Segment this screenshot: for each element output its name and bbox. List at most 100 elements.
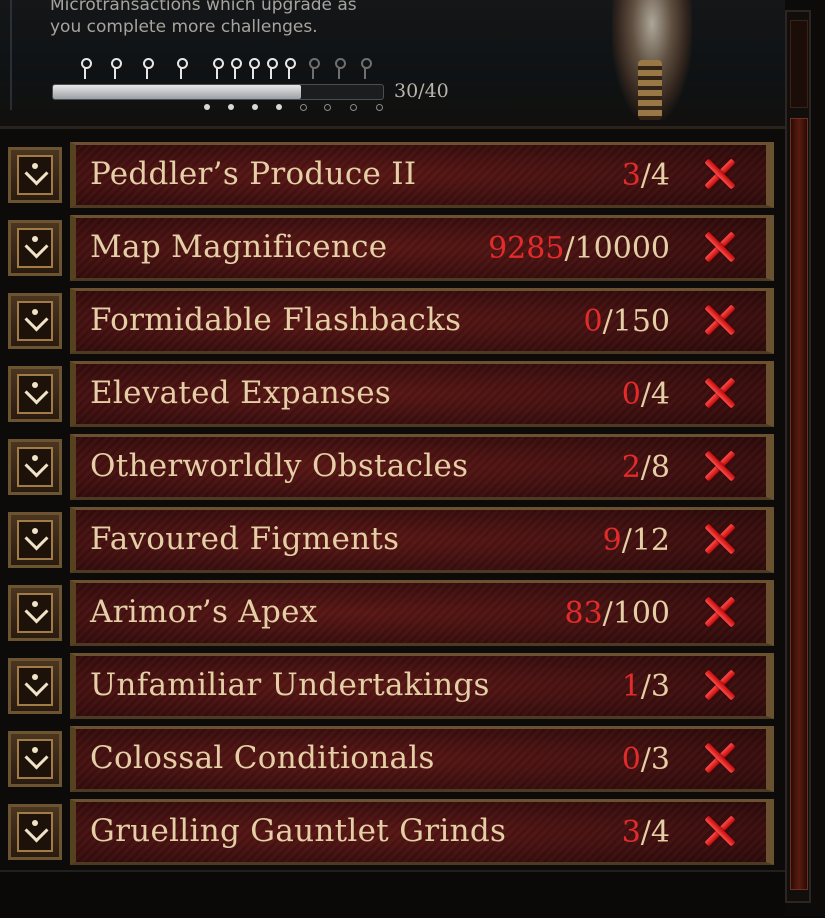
challenge-total-value: 3 [650,742,670,777]
challenge-row[interactable]: Favoured Figments 9/12 [8,507,774,573]
challenge-row[interactable]: Elevated Expanses 0/4 [8,361,774,427]
challenge-row[interactable]: Colossal Conditionals 0/3 [8,726,774,792]
challenge-current-value: 3 [621,158,641,193]
challenge-total-value: 4 [650,158,670,193]
challenge-total-value: 100 [612,596,670,631]
challenge-progress-fill [53,85,301,99]
challenge-title: Peddler’s Produce II [90,156,417,192]
scrollbar-top-cap [790,20,808,108]
chevron-down-icon [24,745,49,770]
expand-chevron-icon[interactable] [8,366,62,422]
tier-dot-icon [324,104,331,111]
icon-inner-frame [17,593,53,633]
challenge-total-value: 150 [612,304,670,339]
expand-chevron-icon[interactable] [8,147,62,203]
tier-dot-icon [204,104,210,110]
challenge-current-value: 1 [621,669,641,704]
tier-marker-icon [142,58,154,79]
expand-chevron-icon[interactable] [8,731,62,787]
chevron-down-icon [24,818,49,843]
chevron-down-icon [24,234,49,259]
panel-bottom-edge [0,870,785,918]
tier-dot-icon [276,104,282,110]
header-frame [10,0,38,110]
tier-dot-icon [300,104,307,111]
challenges-panel: Microtransactions which upgrade as you c… [0,0,825,918]
progress-separator: / [640,450,651,485]
chevron-down-icon [24,307,49,332]
challenge-current-value: 3 [621,815,641,850]
challenge-current-value: 0 [621,742,641,777]
reward-header: Microtransactions which upgrade as you c… [0,0,785,129]
character-beads [638,60,662,120]
tier-marker-icon [80,58,92,79]
tier-dot-icon [350,104,357,111]
progress-separator: / [640,377,651,412]
character-portrait [612,0,692,120]
challenge-row[interactable]: Arimor’s Apex 83/100 [8,580,774,646]
challenge-total-value: 8 [650,450,670,485]
icon-inner-frame [17,301,53,341]
description-line-1: Microtransactions which upgrade as [50,0,357,15]
chevron-down-icon [24,672,49,697]
challenge-title: Otherworldly Obstacles [90,448,469,484]
challenge-progress: 1/3 [622,669,670,704]
challenge-progress: 0/3 [622,742,670,777]
tier-marker-icon [230,58,242,79]
expand-chevron-icon[interactable] [8,804,62,860]
scrollbar-thumb[interactable] [790,118,808,890]
progress-separator: / [602,304,613,339]
challenge-row[interactable]: Otherworldly Obstacles 2/8 [8,434,774,500]
chevron-down-icon [24,599,49,624]
progress-separator: / [640,815,651,850]
red-x-icon [702,303,736,337]
challenge-row[interactable]: Unfamiliar Undertakings 1/3 [8,653,774,719]
challenge-current-value: 9285 [488,231,565,266]
challenge-progress: 0/150 [584,304,670,339]
expand-chevron-icon[interactable] [8,585,62,641]
challenge-progress: 2/8 [622,450,670,485]
challenge-progress-text: 30/40 [394,80,449,102]
challenge-total-value: 10000 [574,231,670,266]
challenge-title: Favoured Figments [90,521,400,557]
tier-marker-icon [176,58,188,79]
chevron-down-icon [24,161,49,186]
progress-separator: / [564,231,575,266]
expand-chevron-icon[interactable] [8,220,62,276]
challenge-row[interactable]: Map Magnificence 9285/10000 [8,215,774,281]
tier-marker-icon [308,58,320,79]
expand-chevron-icon[interactable] [8,512,62,568]
challenge-row[interactable]: Peddler’s Produce II 3/4 [8,142,774,208]
red-x-icon [702,449,736,483]
tier-dot-icon [376,104,383,111]
challenge-progress: 3/4 [622,815,670,850]
challenge-row[interactable]: Gruelling Gauntlet Grinds 3/4 [8,799,774,865]
icon-inner-frame [17,228,53,268]
challenge-total-value: 4 [650,815,670,850]
challenge-total-value: 4 [650,377,670,412]
challenge-progress: 9285/10000 [488,231,670,266]
expand-chevron-icon[interactable] [8,439,62,495]
challenge-row[interactable]: Formidable Flashbacks 0/150 [8,288,774,354]
challenge-progress: 3/4 [622,158,670,193]
expand-chevron-icon[interactable] [8,658,62,714]
chevron-down-icon [24,453,49,478]
red-x-icon [702,522,736,556]
chevron-down-icon [24,526,49,551]
expand-chevron-icon[interactable] [8,293,62,349]
icon-inner-frame [17,739,53,779]
chevron-down-icon [24,380,49,405]
icon-inner-frame [17,520,53,560]
icon-inner-frame [17,812,53,852]
challenge-title: Formidable Flashbacks [90,302,462,338]
progress-separator: / [640,742,651,777]
scrollbar[interactable] [785,10,811,903]
tier-marker-icon [248,58,260,79]
red-x-icon [702,230,736,264]
red-x-icon [702,376,736,410]
challenge-title: Gruelling Gauntlet Grinds [90,813,507,849]
challenge-total-value: 3 [650,669,670,704]
challenge-current-value: 9 [602,523,622,558]
challenge-progress: 83/100 [564,596,670,631]
red-x-icon [702,157,736,191]
